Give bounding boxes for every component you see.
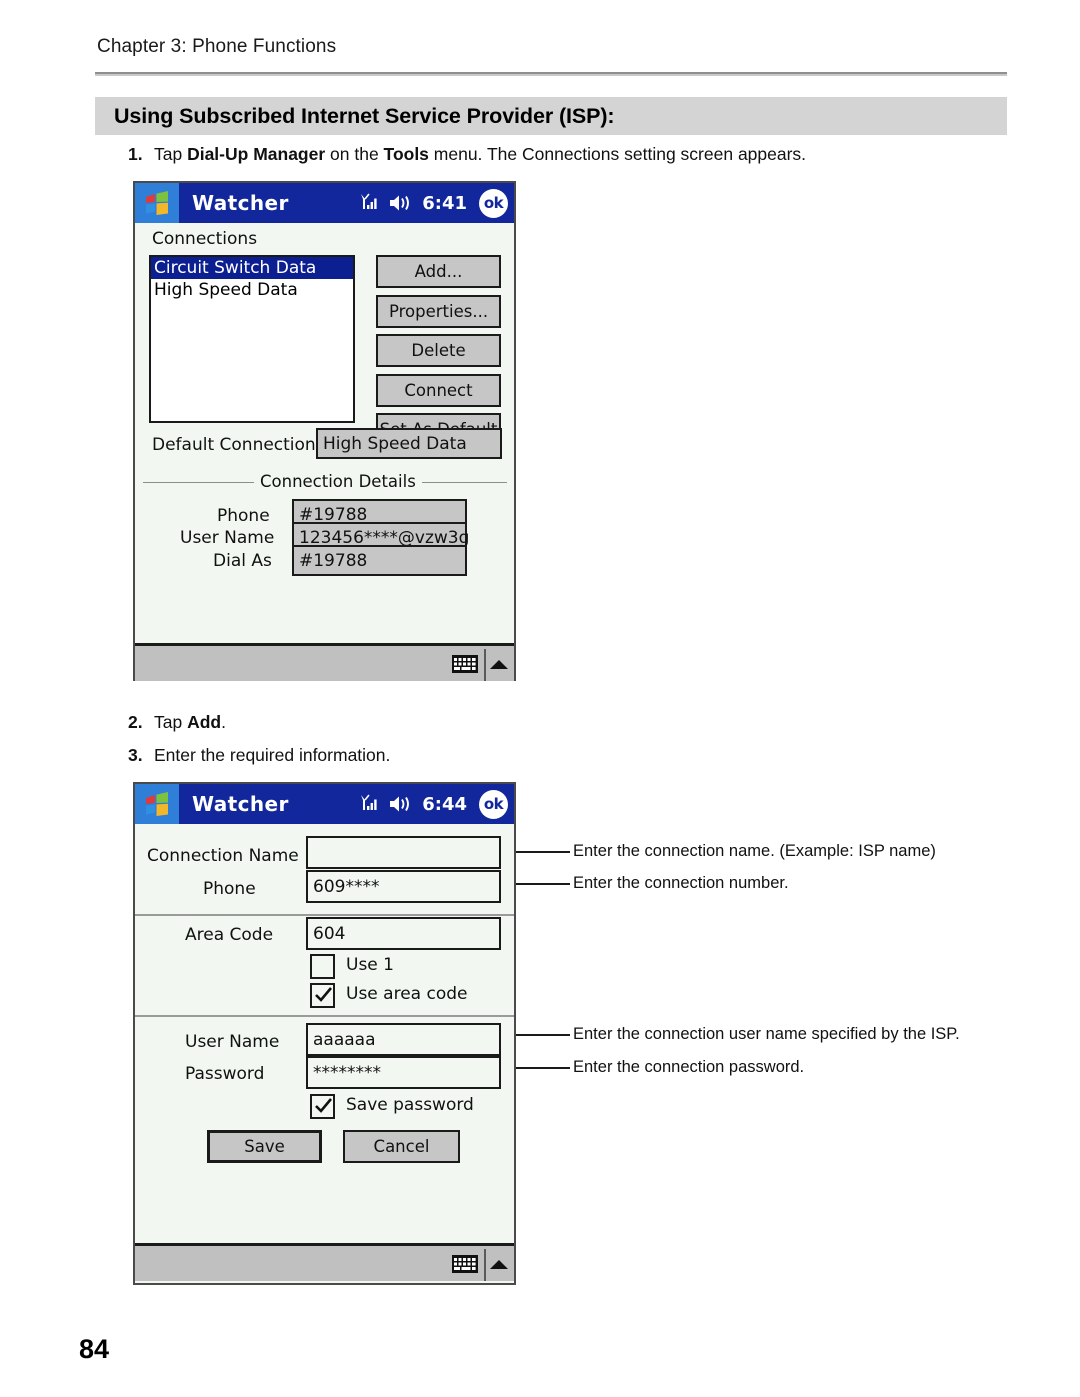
section-divider-1	[135, 914, 514, 916]
step-text: Tap Add.	[154, 712, 226, 732]
default-connection-combo[interactable]: High Speed Data	[316, 428, 502, 459]
dial-as-field[interactable]: #19788	[292, 545, 467, 576]
user-name-input[interactable]: aaaaaa	[306, 1023, 501, 1056]
connections-list-label: Connections	[152, 229, 258, 249]
step-number: 3.	[128, 745, 143, 765]
up-arrow-icon[interactable]	[490, 1260, 508, 1269]
dial-as-label: Dial As	[213, 551, 272, 571]
titlebar: Watcher 6:44 ok	[135, 784, 514, 824]
section-divider-2	[135, 1015, 514, 1017]
ok-button[interactable]: ok	[479, 789, 508, 819]
header-divider	[95, 72, 1007, 76]
list-item[interactable]: Circuit Switch Data	[151, 257, 353, 279]
app-title: Watcher	[192, 191, 289, 215]
phone-input[interactable]: 609****	[306, 870, 501, 903]
default-connection-label: Default Connection	[152, 435, 316, 455]
page-number: 84	[79, 1334, 110, 1364]
step-item-3: 3. Enter the required information.	[128, 745, 390, 766]
step-number: 1.	[128, 144, 143, 164]
password-input[interactable]: ********	[306, 1056, 501, 1089]
client-area: Connections Circuit Switch Data High Spe…	[135, 223, 514, 643]
step-item-1: 1. Tap Dial-Up Manager on the Tools menu.…	[128, 144, 806, 165]
keyboard-icon[interactable]	[452, 654, 478, 674]
area-code-label: Area Code	[185, 925, 274, 945]
up-arrow-icon[interactable]	[490, 660, 508, 669]
password-label: Password	[185, 1064, 265, 1084]
user-name-label: User Name	[180, 528, 275, 548]
section-heading-band: Using Subscribed Internet Service Provid…	[95, 97, 1007, 135]
app-title: Watcher	[192, 792, 289, 816]
speaker-icon	[390, 796, 410, 812]
save-password-checkbox[interactable]	[310, 1094, 335, 1119]
connection-name-label: Connection Name	[147, 846, 299, 866]
page-title: Using Subscribed Internet Service Provid…	[114, 104, 615, 128]
add-button[interactable]: Add...	[376, 255, 501, 288]
windows-logo-icon	[135, 784, 179, 824]
connections-listbox[interactable]: Circuit Switch Data High Speed Data	[149, 255, 355, 423]
step-text: Enter the required information.	[154, 745, 391, 765]
signal-bars-icon	[361, 794, 377, 810]
chapter-header: Chapter 3: Phone Functions	[97, 36, 337, 57]
signal-bars-icon	[361, 193, 377, 209]
ok-button[interactable]: ok	[479, 188, 508, 218]
phone-label: Phone	[217, 506, 270, 526]
speaker-icon	[390, 195, 410, 211]
connect-button[interactable]: Connect	[376, 374, 501, 407]
user-name-label: User Name	[185, 1032, 280, 1052]
step-text: Tap Dial-Up Manager on the Tools menu. T…	[154, 144, 807, 164]
statusbar-divider	[484, 649, 486, 681]
titlebar-status-area: 6:41 ok	[360, 183, 508, 223]
windows-logo-icon	[135, 183, 179, 223]
use-area-code-checkbox[interactable]	[310, 983, 335, 1008]
use-1-checkbox[interactable]	[310, 954, 335, 979]
screenshot-new-connection: Watcher 6:44 ok Connection Name Phone 60…	[133, 782, 516, 1285]
properties-button[interactable]: Properties...	[376, 295, 501, 328]
save-password-label: Save password	[346, 1095, 474, 1115]
titlebar: Watcher 6:41 ok	[135, 183, 514, 223]
annotation-connection-name: Enter the connection name. (Example: ISP…	[573, 842, 936, 860]
connection-name-input[interactable]	[306, 836, 501, 869]
phone-label: Phone	[203, 879, 256, 899]
client-area: Connection Name Phone 609**** Area Code …	[135, 824, 514, 1243]
keyboard-icon[interactable]	[452, 1254, 478, 1274]
list-item[interactable]: High Speed Data	[151, 279, 353, 301]
step-item-2: 2. Tap Add.	[128, 712, 226, 733]
clock: 6:41	[422, 192, 467, 214]
connection-details-group-label: Connection Details	[254, 472, 422, 491]
titlebar-status-area: 6:44 ok	[360, 784, 508, 824]
screenshot-connections: Watcher 6:41 ok Connections Circuit Swit…	[133, 181, 516, 681]
annotation-connection-number: Enter the connection number.	[573, 874, 789, 892]
annotation-password: Enter the connection password.	[573, 1058, 805, 1076]
statusbar-divider	[484, 1249, 486, 1281]
delete-button[interactable]: Delete	[376, 334, 501, 367]
use-area-code-label: Use area code	[346, 984, 468, 1004]
statusbar	[135, 643, 514, 681]
annotation-user-name: Enter the connection user name specified…	[573, 1025, 960, 1043]
save-button[interactable]: Save	[207, 1130, 322, 1163]
cancel-button[interactable]: Cancel	[343, 1130, 460, 1163]
use-1-label: Use 1	[346, 955, 394, 975]
area-code-input[interactable]: 604	[306, 917, 501, 950]
step-number: 2.	[128, 712, 143, 732]
statusbar	[135, 1243, 514, 1281]
clock: 6:44	[422, 793, 467, 815]
